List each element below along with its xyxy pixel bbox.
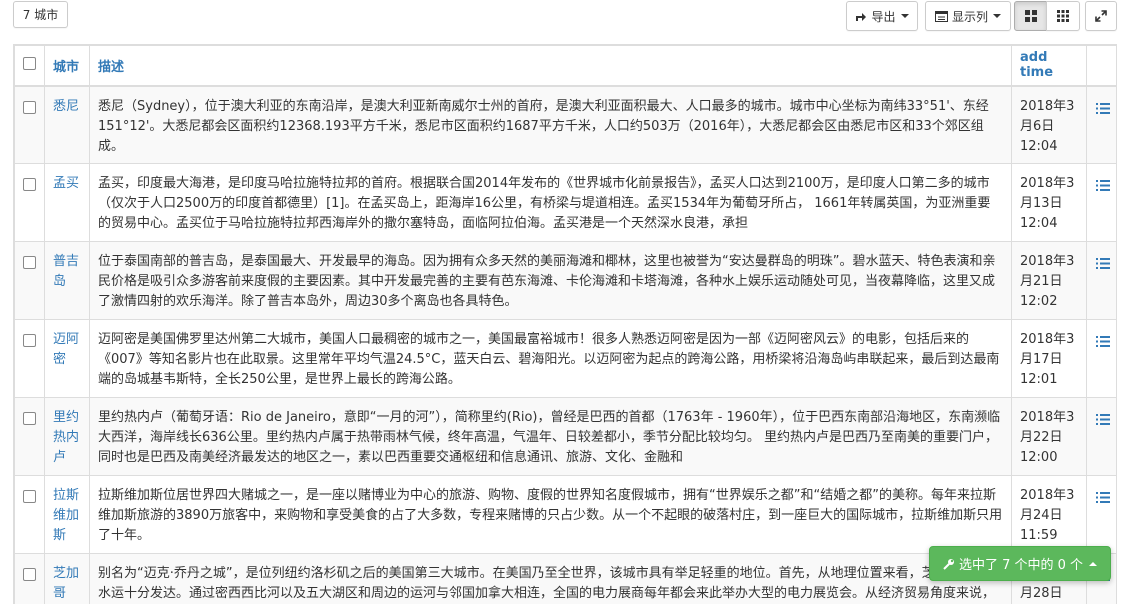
desc-cell: 别名为“迈克·乔丹之城”，是位列纽约洛杉矶之后的美国第三大城市。在美国乃至全世界…: [89, 553, 1012, 604]
table-header-row: 城市 描述 add time: [14, 45, 1116, 87]
desc-cell: 拉斯维加斯位居世界四大赌城之一，是一座以赌博业为中心的旅游、购物、度假的世界知名…: [89, 475, 1012, 554]
list-icon[interactable]: [1095, 256, 1110, 276]
row-checkbox[interactable]: [23, 490, 36, 503]
header-city[interactable]: 城市: [44, 45, 90, 87]
desc-cell: 迈阿密是美国佛罗里达州第二大城市，美国人口最稠密的城市之一，美国最富裕城市！很多…: [89, 319, 1012, 398]
caret-up-icon: [1089, 561, 1098, 566]
view-card-button[interactable]: [1014, 1, 1047, 31]
table-row: 里约热内卢 里约热内卢（葡萄牙语：Rio de Janeiro，意即“一月的河”…: [14, 397, 1116, 476]
city-link[interactable]: 拉斯维加斯: [53, 488, 79, 543]
table-row: 拉斯维加斯 拉斯维加斯位居世界四大赌城之一，是一座以赌博业为中心的旅游、购物、度…: [14, 475, 1116, 554]
list-icon[interactable]: [1095, 334, 1110, 354]
city-link[interactable]: 里约热内卢: [53, 410, 79, 465]
toolbar: 7 城市 导出 显示列: [0, 0, 1127, 42]
caret-down-icon: [900, 14, 909, 18]
time-cell: 2018年3月6日12:04: [1011, 85, 1087, 164]
list-icon[interactable]: [1095, 412, 1110, 432]
time-cell: 2018年3月21日12:02: [1011, 241, 1087, 320]
page-size-button[interactable]: 7 城市: [13, 1, 68, 28]
fullscreen-button[interactable]: [1085, 1, 1117, 31]
th-icon: [1057, 10, 1069, 22]
desc-cell: 位于泰国南部的普吉岛，是泰国最大、开发最早的海岛。因为拥有众多天然的美丽海滩和椰…: [89, 241, 1012, 320]
header-checkbox-cell: [14, 45, 45, 87]
city-link[interactable]: 芝加哥: [53, 566, 79, 601]
time-cell: 2018年3月13日12:04: [1011, 163, 1087, 242]
desc-cell: 悉尼（Sydney），位于澳大利亚的东南沿岸，是澳大利亚新南威尔士州的首府，是澳…: [89, 85, 1012, 164]
columns-button[interactable]: 显示列: [925, 1, 1011, 31]
time-cell: 2018年3月22日12:00: [1011, 397, 1087, 476]
count-label: 7 城市: [22, 8, 59, 22]
export-label: 导出: [871, 9, 896, 24]
header-desc[interactable]: 描述: [89, 45, 1012, 87]
select-all-checkbox[interactable]: [23, 56, 36, 70]
wrench-icon: [943, 558, 954, 570]
header-add-time[interactable]: add time: [1011, 45, 1087, 87]
table-row: 悉尼 悉尼（Sydney），位于澳大利亚的东南沿岸，是澳大利亚新南威尔士州的首府…: [14, 85, 1116, 164]
city-link[interactable]: 孟买: [53, 176, 79, 191]
time-cell: 2018年3月17日12:01: [1011, 319, 1087, 398]
columns-label: 显示列: [951, 9, 988, 24]
data-table: 城市 描述 add time 悉尼 悉尼（Sydney），位于澳大利亚的东南沿岸…: [13, 44, 1117, 604]
selection-status-button[interactable]: 选中了 7 个中的 0 个: [929, 546, 1111, 581]
time-cell: 2018年3月24日11:59: [1011, 475, 1087, 554]
header-action: [1086, 45, 1116, 87]
th-large-icon: [1024, 10, 1037, 22]
selection-label: 选中了 7 个中的 0 个: [958, 558, 1084, 573]
row-checkbox[interactable]: [23, 256, 36, 269]
list-icon[interactable]: [1095, 101, 1110, 121]
city-link[interactable]: 悉尼: [53, 99, 79, 114]
table-row: 孟买 孟买，印度最大海港，是印度马哈拉施特拉邦的首府。根据联合国2014年发布的…: [14, 163, 1116, 242]
view-grid-button[interactable]: [1046, 1, 1080, 31]
list-icon[interactable]: [1095, 178, 1110, 198]
columns-icon: [934, 10, 948, 22]
list-icon[interactable]: [1095, 490, 1110, 510]
row-checkbox[interactable]: [23, 100, 36, 114]
city-link[interactable]: 普吉岛: [53, 254, 79, 289]
export-button[interactable]: 导出: [846, 1, 918, 31]
fullscreen-icon: [1095, 10, 1107, 22]
row-checkbox[interactable]: [23, 412, 36, 425]
share-icon: [856, 13, 867, 21]
city-link[interactable]: 迈阿密: [53, 332, 79, 367]
row-checkbox[interactable]: [23, 178, 36, 191]
table-row: 普吉岛 位于泰国南部的普吉岛，是泰国最大、开发最早的海岛。因为拥有众多天然的美丽…: [14, 241, 1116, 320]
row-checkbox[interactable]: [23, 334, 36, 347]
table-row: 迈阿密 迈阿密是美国佛罗里达州第二大城市，美国人口最稠密的城市之一，美国最富裕城…: [14, 319, 1116, 398]
desc-cell: 里约热内卢（葡萄牙语：Rio de Janeiro，意即“一月的河”），简称里约…: [89, 397, 1012, 476]
row-checkbox[interactable]: [23, 568, 36, 581]
caret-down-icon: [993, 14, 1001, 18]
desc-cell: 孟买，印度最大海港，是印度马哈拉施特拉邦的首府。根据联合国2014年发布的《世界…: [89, 163, 1012, 242]
